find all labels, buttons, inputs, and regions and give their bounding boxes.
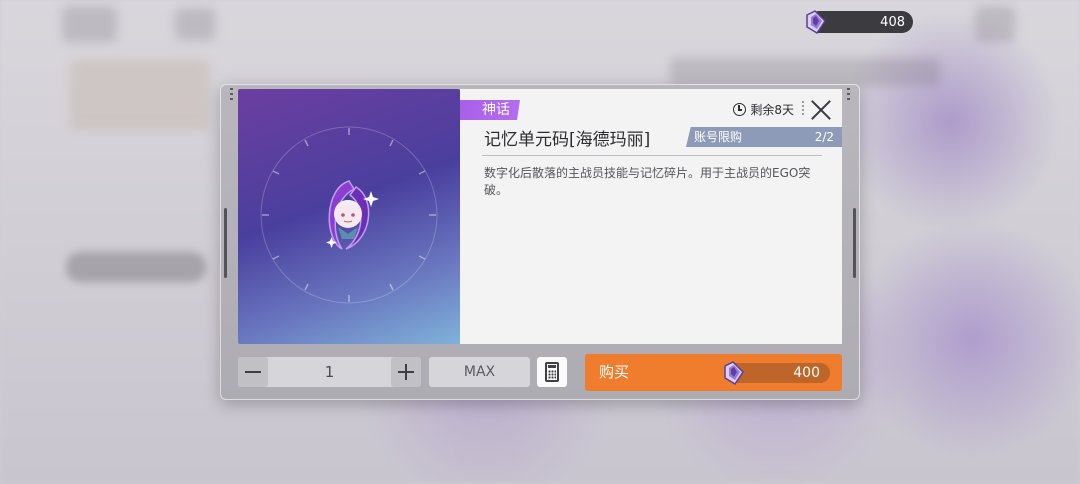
- left-handle: [224, 208, 227, 278]
- minus-icon: [245, 371, 261, 373]
- price-value: 400: [793, 365, 820, 381]
- crystal-icon: [724, 361, 744, 386]
- right-handle: [853, 208, 856, 278]
- purchase-limit-bar: 账号限购 2/2: [686, 127, 842, 147]
- close-icon[interactable]: [810, 99, 832, 121]
- bg-blur-block: [70, 60, 210, 130]
- calculator-button[interactable]: [537, 357, 567, 387]
- item-info-panel: 神话 记忆单元码[海德玛丽] 剩余8天 账号限购 2/2 数字化后散落的主战员技…: [460, 89, 842, 344]
- clock-icon: [733, 103, 747, 116]
- decrease-button[interactable]: [238, 357, 268, 387]
- bg-blur-block: [66, 252, 206, 282]
- quantity-value[interactable]: 1: [268, 357, 391, 387]
- corner-decoration: [847, 88, 850, 102]
- item-artwork: [238, 89, 460, 344]
- quantity-stepper: 1: [238, 357, 421, 387]
- bg-blur-block: [670, 58, 940, 86]
- buy-label: 购买: [599, 363, 630, 381]
- item-description: 数字化后散落的主战员技能与记忆碎片。用于主战员的EGO突破。: [484, 166, 811, 197]
- calculator-screen: [548, 365, 556, 368]
- remaining-time-text: 剩余8天: [750, 103, 794, 117]
- limit-count: 2/2: [814, 130, 834, 144]
- bg-blur-block: [175, 8, 215, 40]
- remaining-time: 剩余8天: [733, 101, 794, 118]
- separator-dots: [802, 101, 804, 117]
- rarity-tag: 神话: [460, 100, 520, 120]
- buy-button[interactable]: 购买 400: [585, 354, 842, 391]
- crystal-icon: [806, 10, 826, 35]
- top-currency-amount: 408: [880, 14, 905, 30]
- max-button[interactable]: MAX: [429, 357, 530, 387]
- plus-icon-vertical: [405, 364, 407, 380]
- item-emblem-art: [260, 126, 438, 304]
- bg-blur-block: [975, 6, 1015, 42]
- purchase-dialog: 神话 记忆单元码[海德玛丽] 剩余8天 账号限购 2/2 数字化后散落的主战员技…: [220, 84, 860, 400]
- item-name: 记忆单元码[海德玛丽]: [484, 130, 651, 150]
- limit-label: 账号限购: [694, 130, 743, 144]
- corner-decoration: [230, 88, 233, 102]
- divider: [482, 155, 822, 156]
- increase-button[interactable]: [391, 357, 421, 387]
- calculator-keys: [548, 370, 556, 379]
- bg-blur-block: [62, 6, 117, 42]
